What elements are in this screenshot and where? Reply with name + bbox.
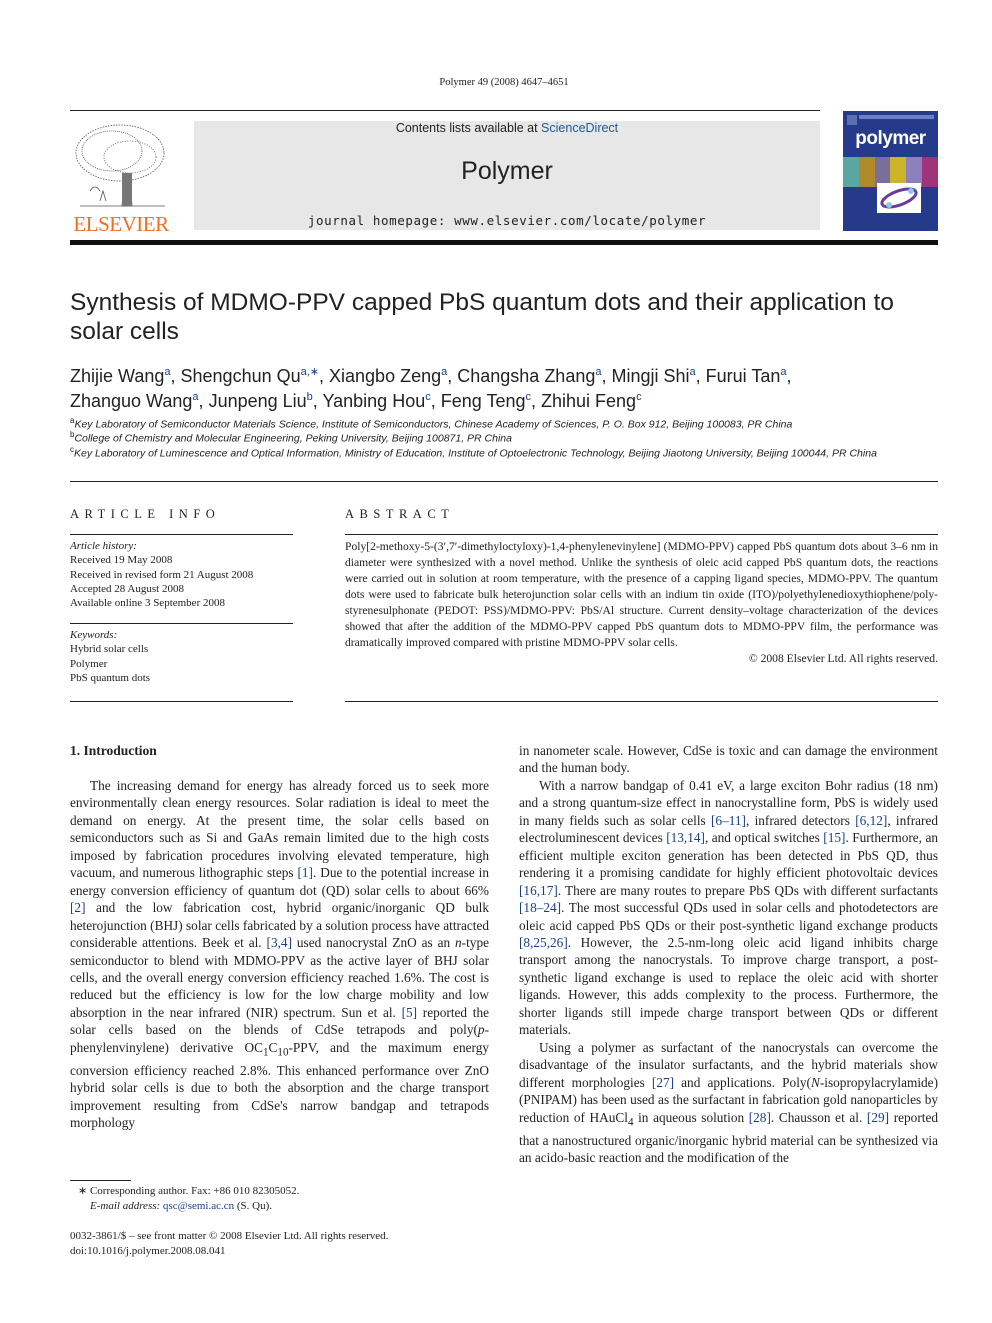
abstract-heading: ABSTRACT [345,507,455,521]
ref-link[interactable]: [2] [70,900,86,915]
article-history: Article history: Received 19 May 2008 Re… [70,539,293,610]
ref-link[interactable]: [27] [652,1075,674,1090]
history-item: Available online 3 September 2008 [70,597,225,610]
cover-publisher-icon [847,115,857,125]
journal-citation: Polymer 49 (2008) 4647–4651 [439,77,569,88]
author: Zhihui Fengc [541,391,642,411]
author: Changsha Zhanga, [457,366,612,386]
paragraph: in nanometer scale. However, CdSe is tox… [519,743,938,776]
keywords: Keywords: Hybrid solar cells Polymer PbS… [70,628,293,685]
ref-link[interactable]: [13,14] [666,830,705,845]
ref-link[interactable]: [28] [749,1110,771,1125]
paragraph: With a narrow bandgap of 0.41 eV, a larg… [519,777,939,1038]
article-info-heading: ARTICLE INFO [70,507,221,521]
article-title: Synthesis of MDMO-PPV capped PbS quantum… [70,289,894,345]
abstract-text: Poly[2-methoxy-5-(3′,7′-dimethyloctyloxy… [345,540,938,665]
ref-link[interactable]: [6,12] [855,813,887,828]
history-item: Accepted 28 August 2008 [70,582,184,595]
footnote-rule [70,1180,131,1181]
ref-link[interactable]: [29] [867,1110,889,1125]
issn-line: 0032-3861/$ – see front matter © 2008 El… [70,1230,389,1242]
section-heading-introduction: 1. Introduction [70,743,157,758]
author: Zhanguo Wanga, [70,391,209,411]
sciencedirect-link[interactable]: ScienceDirect [541,121,618,135]
email-line: E-mail address: qsc@semi.ac.cn (S. Qu). [90,1199,273,1212]
contents-line: Contents lists available at ScienceDirec… [194,121,820,135]
journal-cover-image: polymer [843,111,938,231]
author: Zhijie Wanga, [70,366,181,386]
header-rule [70,110,820,111]
ref-link[interactable]: [16,17] [519,883,558,898]
body-right-column: in nanometer scale. However, CdSe is tox… [519,742,938,1167]
author: Shengchun Qua,∗, [180,366,330,386]
affiliation-c: cKey Laboratory of Luminescence and Opti… [70,445,877,460]
affiliation-b: bCollege of Chemistry and Molecular Engi… [70,430,512,445]
ref-link[interactable]: [3,4] [267,935,292,950]
keyword: Hybrid solar cells [70,643,149,656]
header-thick-rule [70,240,938,245]
ref-link[interactable]: [8,25,26] [519,935,568,950]
keywords-label: Keywords: [70,629,118,641]
body-left-column: The increasing demand for energy has alr… [70,777,489,1132]
abstract-copyright: © 2008 Elsevier Ltd. All rights reserved… [748,652,938,665]
affiliations-rule [70,481,938,482]
doi-line[interactable]: doi:10.1016/j.polymer.2008.08.041 [70,1244,388,1259]
author: Mingji Shia, [611,366,706,386]
history-item: Received 19 May 2008 [70,554,173,567]
paragraph: Using a polymer as surfactant of the nan… [519,1039,939,1166]
affiliation-a: aKey Laboratory of Semiconductor Materia… [70,416,793,431]
ref-link[interactable]: [15] [823,830,845,845]
cover-title: polymer [855,128,926,149]
front-matter: 0032-3861/$ – see front matter © 2008 El… [70,1229,388,1258]
author: Xiangbo Zenga, [329,366,458,386]
ref-link[interactable]: [18–24] [519,900,561,915]
publisher-wordmark: ELSEVIER [73,212,169,236]
article-history-label: Article history: [70,540,137,552]
journal-homepage[interactable]: journal homepage: www.elsevier.com/locat… [194,213,820,228]
keyword: PbS quantum dots [70,671,151,684]
journal-title: Polymer [461,157,553,185]
author: Feng Tengc, [440,391,541,411]
email-link[interactable]: qsc@semi.ac.cn [163,1200,234,1212]
ref-link[interactable]: [6–11] [711,813,746,828]
ref-link[interactable]: [1] [297,865,313,880]
author: Yanbing Houc, [322,391,441,411]
contents-prefix: Contents lists available at [395,121,542,135]
author: Junpeng Liub, [208,391,323,411]
ref-link[interactable]: [5] [402,1005,418,1020]
corresponding-author-note: ∗ Corresponding author. Fax: +86 010 823… [78,1185,300,1212]
cover-molecule-graphic [877,183,921,213]
keyword: Polymer [70,657,108,670]
author: Furui Tana, [705,366,792,386]
paragraph: The increasing demand for energy has alr… [70,778,489,1131]
history-item: Received in revised form 21 August 2008 [70,568,254,581]
author-list: Zhijie Wanga, Shengchun Qua,∗, Xiangbo Z… [70,362,950,412]
